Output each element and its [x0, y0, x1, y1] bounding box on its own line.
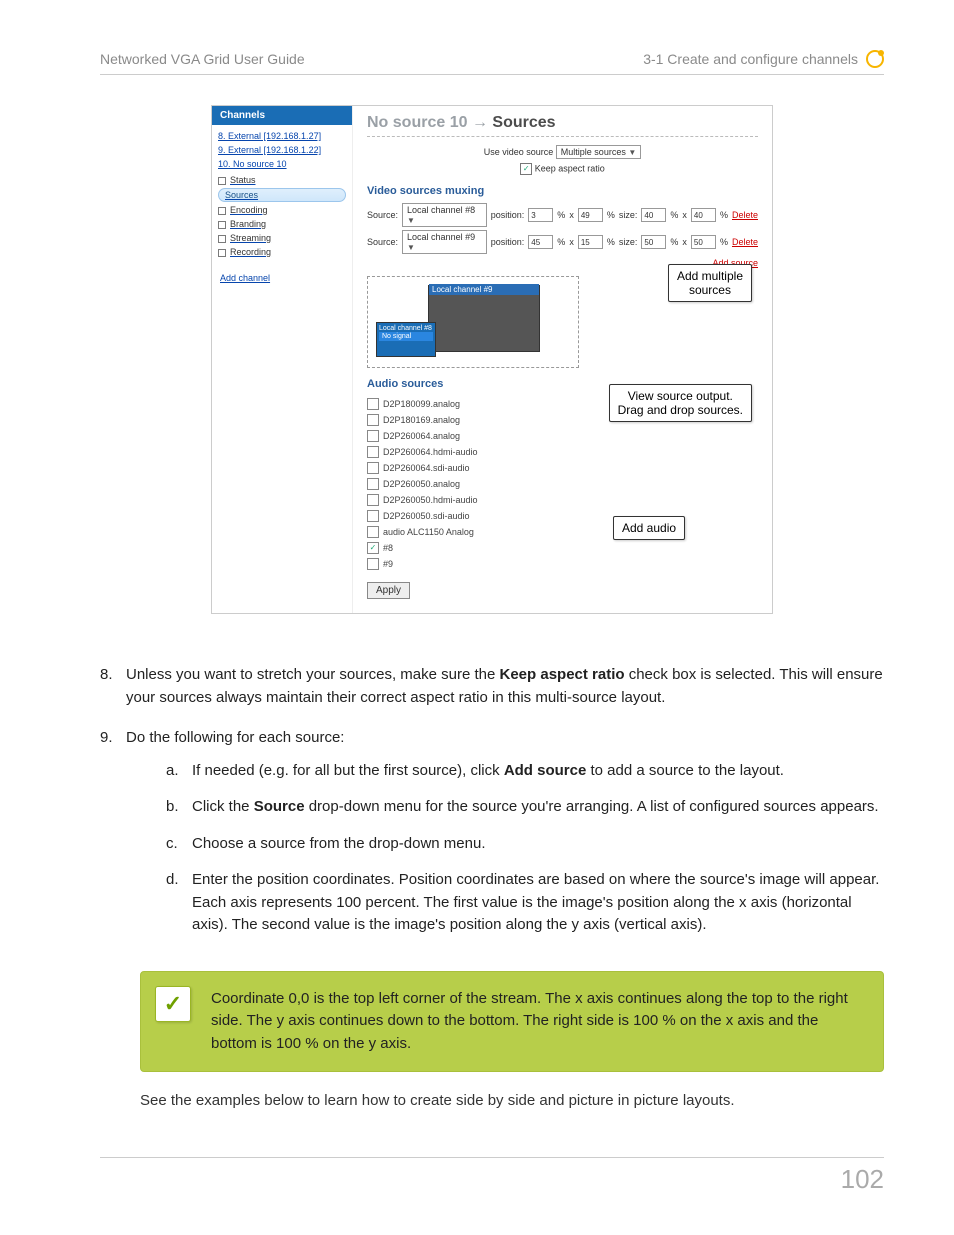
preview-source-large[interactable]: Local channel #9	[428, 285, 540, 352]
audio-item[interactable]: D2P260064.analog	[367, 428, 758, 444]
step-9a: a. If needed (e.g. for all but the first…	[166, 760, 884, 783]
video-source-select[interactable]: Multiple sources ▼	[556, 145, 641, 159]
source-select[interactable]: Local channel #9 ▼	[402, 230, 487, 254]
checkmark-icon: ✓	[155, 986, 191, 1022]
note-text: Coordinate 0,0 is the top left corner of…	[211, 990, 848, 1052]
audio-item[interactable]: D2P260050.hdmi-audio	[367, 492, 758, 508]
position-x-input[interactable]: 3	[528, 208, 553, 222]
header-right: 3-1 Create and configure channels	[643, 51, 858, 67]
position-y-input[interactable]: 49	[578, 208, 603, 222]
chevron-down-icon: ▼	[628, 148, 636, 157]
screenshot-sidebar: Channels 8. External [192.168.1.27] 9. E…	[212, 106, 353, 613]
position-x-input[interactable]: 45	[528, 235, 553, 249]
step-9: 9. Do the following for each source: a. …	[100, 727, 884, 951]
page-footer: 102	[100, 1157, 884, 1195]
sidebar-header: Channels	[212, 106, 352, 125]
keep-aspect-label: Keep aspect ratio	[535, 163, 605, 173]
callout-view-output: View source output. Drag and drop source…	[609, 384, 752, 422]
brand-logo-icon	[866, 50, 884, 68]
add-channel-link[interactable]: Add channel	[212, 269, 352, 287]
source-row: Source: Local channel #8 ▼ position: 3% …	[367, 203, 758, 227]
step-9c: c. Choose a source from the drop-down me…	[166, 833, 884, 856]
sidebar-sub-status[interactable]: Status	[218, 173, 346, 187]
sidebar-channel-item[interactable]: 8. External [192.168.1.27]	[218, 129, 346, 143]
sidebar-channel-item[interactable]: 9. External [192.168.1.22]	[218, 143, 346, 157]
audio-item[interactable]: D2P260064.hdmi-audio	[367, 444, 758, 460]
instruction-list: 8. Unless you want to stretch your sourc…	[100, 664, 884, 951]
sidebar-channel-item[interactable]: 10. No source 10	[218, 157, 346, 171]
audio-item[interactable]: ✓#8	[367, 540, 758, 556]
size-w-input[interactable]: 40	[641, 208, 666, 222]
apply-button[interactable]: Apply	[367, 582, 410, 599]
audio-sources-list: D2P180099.analog D2P180169.analog D2P260…	[367, 396, 758, 572]
source-select[interactable]: Local channel #8 ▼	[402, 203, 487, 227]
page-title: No source 10 → Sources	[367, 114, 758, 137]
step-8: 8. Unless you want to stretch your sourc…	[100, 664, 884, 709]
page-header: Networked VGA Grid User Guide 3-1 Create…	[100, 50, 884, 75]
audio-item[interactable]: #9	[367, 556, 758, 572]
audio-item[interactable]: audio ALC1150 Analog	[367, 524, 758, 540]
audio-item[interactable]: D2P260064.sdi-audio	[367, 460, 758, 476]
size-h-input[interactable]: 50	[691, 235, 716, 249]
size-w-input[interactable]: 50	[641, 235, 666, 249]
step-9b: b. Click the Source drop-down menu for t…	[166, 796, 884, 819]
see-examples-text: See the examples below to learn how to c…	[140, 1092, 884, 1109]
configuration-screenshot: Channels 8. External [192.168.1.27] 9. E…	[211, 105, 773, 614]
sidebar-sub-branding[interactable]: Branding	[218, 217, 346, 231]
sidebar-sub-recording[interactable]: Recording	[218, 245, 346, 259]
callout-add-audio: Add audio	[613, 516, 685, 540]
position-y-input[interactable]: 15	[578, 235, 603, 249]
layout-preview[interactable]: Local channel #9 Local channel #8 No sig…	[367, 276, 579, 368]
header-left: Networked VGA Grid User Guide	[100, 51, 305, 67]
muxing-header: Video sources muxing	[367, 185, 758, 197]
size-h-input[interactable]: 40	[691, 208, 716, 222]
audio-item[interactable]: D2P260050.sdi-audio	[367, 508, 758, 524]
keep-aspect-checkbox[interactable]: ✓	[520, 163, 532, 175]
note-box: ✓ Coordinate 0,0 is the top left corner …	[140, 971, 884, 1073]
sidebar-sub-sources[interactable]: Sources	[218, 188, 346, 202]
preview-source-small[interactable]: Local channel #8 No signal	[376, 322, 436, 357]
source-row: Source: Local channel #9 ▼ position: 45%…	[367, 230, 758, 254]
sidebar-sub-streaming[interactable]: Streaming	[218, 231, 346, 245]
delete-source-link[interactable]: Delete	[732, 237, 758, 247]
step-9d: d. Enter the position coordinates. Posit…	[166, 869, 884, 937]
page-number: 102	[841, 1164, 884, 1194]
screenshot-main: No source 10 → Sources Use video source …	[353, 106, 772, 613]
use-video-source-label: Use video source	[484, 147, 554, 157]
callout-add-multiple: Add multiple sources	[668, 264, 752, 302]
delete-source-link[interactable]: Delete	[732, 210, 758, 220]
sidebar-sub-encoding[interactable]: Encoding	[218, 203, 346, 217]
audio-item[interactable]: D2P260050.analog	[367, 476, 758, 492]
